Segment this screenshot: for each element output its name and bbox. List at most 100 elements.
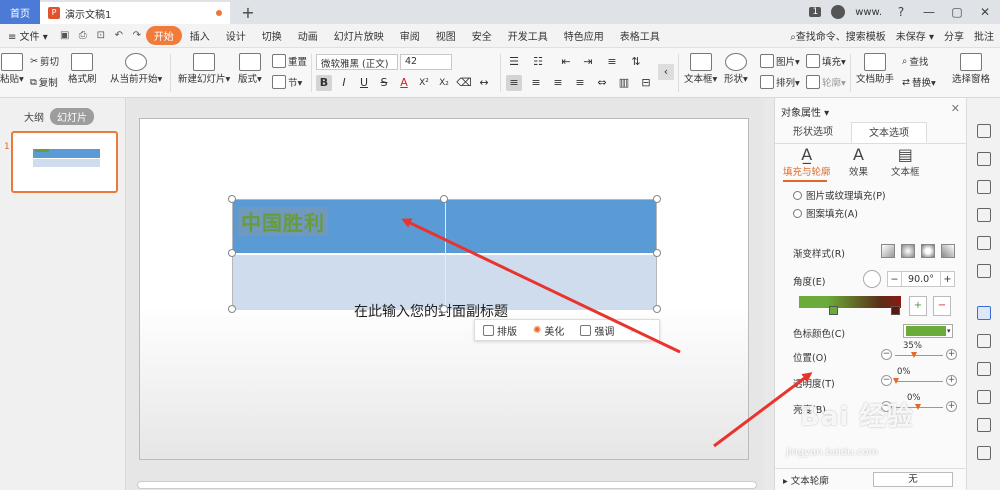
gradient-bar[interactable] <box>799 296 901 308</box>
help-button[interactable]: ? <box>892 5 910 19</box>
tab-features[interactable]: 特色应用 <box>556 28 612 43</box>
comment-button[interactable]: 批注 <box>974 28 994 43</box>
user-name[interactable]: www. <box>855 7 882 18</box>
tab-design[interactable]: 设计 <box>218 28 254 43</box>
plus-icon[interactable]: + <box>946 349 957 360</box>
subtab-fill-outline[interactable]: A̲ 填充与轮廓 <box>783 146 831 179</box>
bullet-list-icon[interactable]: ☰ <box>506 54 522 70</box>
format-painter-button[interactable]: 格式刷 <box>68 53 97 85</box>
eraser-icon[interactable]: ⌫ <box>456 75 472 91</box>
gradient-stop-handle[interactable] <box>829 306 838 315</box>
emphasis-button[interactable]: 强调 <box>572 323 622 338</box>
font-size-select[interactable]: 42 <box>400 54 452 70</box>
plus-icon[interactable]: + <box>946 401 957 412</box>
align-center-button[interactable]: ≡ <box>528 75 544 91</box>
redo-icon[interactable]: ↷ <box>128 30 146 41</box>
slide-subtitle[interactable]: 在此输入您的封面副标题 <box>354 301 508 321</box>
section-button[interactable]: 节▾ <box>272 75 302 89</box>
picture-button[interactable]: 图片▾ <box>760 54 800 68</box>
text-outline-toggle[interactable]: ▸ 文本轮廓 <box>783 473 829 487</box>
font-color-button[interactable]: A <box>396 75 412 91</box>
tab-slides[interactable]: 幻灯片 <box>50 108 94 125</box>
settings-tool-icon[interactable] <box>977 446 991 460</box>
tab-slideshow[interactable]: 幻灯片放映 <box>326 28 392 43</box>
gradient-stop-handle[interactable] <box>891 306 900 315</box>
position-slider[interactable]: − 35% + <box>881 341 957 362</box>
media-tool-icon[interactable] <box>977 362 991 376</box>
unsaved-status[interactable]: 未保存 ▾ <box>896 28 934 43</box>
resize-handle[interactable] <box>440 305 448 313</box>
tab-outline[interactable]: 大纲 <box>24 109 44 124</box>
gradient-linear-swatch[interactable] <box>881 244 895 258</box>
tab-view[interactable]: 视图 <box>428 28 464 43</box>
resize-handle[interactable] <box>228 305 236 313</box>
arrange-button[interactable]: 排列▾ <box>760 75 800 89</box>
tab-insert[interactable]: 插入 <box>182 28 218 43</box>
line-spacing-icon[interactable]: ≡ <box>604 54 620 70</box>
gradient-radial-swatch[interactable] <box>901 244 915 258</box>
table[interactable]: 中国胜利 <box>232 199 657 310</box>
tab-shape-options[interactable]: 形状选项 <box>775 122 851 143</box>
animation-tool-icon[interactable] <box>977 334 991 348</box>
search-command[interactable]: ⌕查找命令、搜索模板 <box>790 28 886 43</box>
new-slide-button[interactable]: 新建幻灯片▾ <box>178 53 230 85</box>
cut-button[interactable]: ✂ 剪切 <box>30 54 59 69</box>
resize-handle[interactable] <box>653 305 661 313</box>
slider-thumb[interactable] <box>911 352 917 358</box>
tab-animation[interactable]: 动画 <box>290 28 326 43</box>
shape-tool-icon[interactable] <box>977 208 991 222</box>
shape-button[interactable]: 形状▾ <box>724 53 748 85</box>
tab-transition[interactable]: 切换 <box>254 28 290 43</box>
transparency-slider[interactable]: − 0% + <box>881 367 957 388</box>
chart-tool-icon[interactable] <box>977 264 991 278</box>
text-direction-icon[interactable]: ⇅ <box>628 54 644 70</box>
justify-button[interactable]: ≡ <box>572 75 588 91</box>
window-count-badge[interactable]: 1 <box>809 7 822 17</box>
save-icon[interactable]: ▣ <box>56 30 74 41</box>
numbered-list-icon[interactable]: ☷ <box>530 54 546 70</box>
angle-spinner[interactable]: − 90.0° + <box>887 271 955 287</box>
home-tab[interactable]: 首页 <box>0 0 40 24</box>
slider-thumb[interactable] <box>893 378 899 384</box>
layout-button[interactable]: 版式▾ <box>238 53 262 85</box>
angle-value[interactable]: 90.0° <box>902 272 940 286</box>
resize-handle[interactable] <box>228 249 236 257</box>
radio-pattern-fill[interactable]: 图案填充(A) <box>793 206 858 220</box>
replace-button[interactable]: ⇄ 替换▾ <box>902 75 936 90</box>
gradient-rect-swatch[interactable] <box>921 244 935 258</box>
angle-increment[interactable]: + <box>940 272 954 286</box>
paste-button[interactable]: 粘贴▾ <box>0 53 24 85</box>
resize-handle[interactable] <box>653 249 661 257</box>
tab-home-ribbon[interactable]: 开始 <box>145 26 182 45</box>
radio-picture-fill[interactable]: 图片或纹理填充(P) <box>793 188 886 202</box>
distribute-button[interactable]: ⇔ <box>594 75 610 91</box>
slide-thumbnail[interactable] <box>11 131 118 193</box>
copy-tool-icon[interactable] <box>977 152 991 166</box>
new-tab-button[interactable]: + <box>236 3 260 22</box>
columns-button[interactable]: ▥ <box>616 75 632 91</box>
backup-tool-icon[interactable] <box>977 418 991 432</box>
more-chevron-icon[interactable]: › <box>622 325 642 336</box>
underline-button[interactable]: U <box>356 75 372 91</box>
minus-icon[interactable]: − <box>881 349 892 360</box>
select-pane-button[interactable]: 选择窗格 <box>952 53 990 85</box>
angle-dial[interactable] <box>863 270 881 288</box>
panel-close-icon[interactable]: ✕ <box>951 102 960 115</box>
tab-text-options[interactable]: 文本选项 <box>851 122 927 143</box>
print-icon[interactable]: ⎙ <box>74 30 92 41</box>
remove-stop-button[interactable]: − <box>933 296 951 316</box>
tab-table-tools[interactable]: 表格工具 <box>612 28 668 43</box>
archive-tool-icon[interactable] <box>977 390 991 404</box>
beautify-button[interactable]: ✺ 美化 <box>525 323 572 338</box>
image-tool-icon[interactable] <box>977 180 991 194</box>
subtab-effects[interactable]: A 效果 <box>849 146 868 179</box>
preview-icon[interactable]: ⊡ <box>92 30 110 41</box>
file-menu[interactable]: ≡ 文件 ▾ <box>0 28 56 43</box>
fill-button[interactable]: 填充▾ <box>806 54 846 68</box>
plus-icon[interactable]: + <box>946 375 957 386</box>
tab-security[interactable]: 安全 <box>464 28 500 43</box>
minimize-button[interactable]: — <box>920 5 938 19</box>
document-tab[interactable]: P 演示文稿1 <box>40 2 230 24</box>
outline-button[interactable]: 轮廓▾ <box>806 75 846 89</box>
font-name-select[interactable]: 微软雅黑 (正文) <box>316 54 398 70</box>
